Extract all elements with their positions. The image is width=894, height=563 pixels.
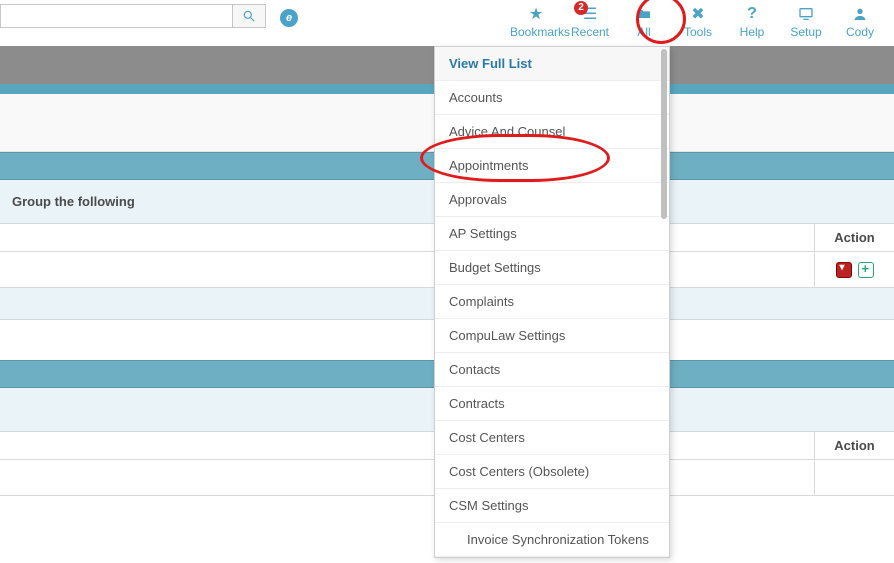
nav-help[interactable]: ? Help: [726, 2, 778, 39]
folder-icon: [618, 4, 670, 24]
nav-bookmarks-label: Bookmarks: [510, 25, 562, 39]
dropdown-header[interactable]: View Full List: [435, 47, 669, 81]
nav-setup[interactable]: Setup: [780, 2, 832, 39]
dropdown-item-contracts[interactable]: Contracts: [435, 387, 669, 421]
search-icon: [242, 9, 256, 23]
nav-all-label: All: [618, 25, 670, 39]
nav-tools[interactable]: ✖ Tools: [672, 2, 724, 39]
row-actions: [814, 252, 894, 287]
person-icon: [834, 4, 886, 24]
dropdown-item-costcenters[interactable]: Cost Centers: [435, 421, 669, 455]
nav-user[interactable]: Cody: [834, 2, 886, 39]
nav-user-label: Cody: [834, 25, 886, 39]
group-label: Group the following: [12, 194, 135, 209]
search-input[interactable]: [0, 4, 232, 28]
row-actions: [814, 460, 894, 495]
nav-setup-label: Setup: [780, 25, 832, 39]
action-header: Action: [814, 432, 894, 459]
add-icon[interactable]: [858, 262, 874, 278]
help-icon: ?: [726, 4, 778, 24]
search-button[interactable]: [232, 4, 266, 28]
dropdown-item-accounts[interactable]: Accounts: [435, 81, 669, 115]
all-dropdown: View Full List Accounts Advice And Couns…: [434, 46, 670, 558]
remove-icon[interactable]: [836, 262, 852, 278]
dropdown-item-complaints[interactable]: Complaints: [435, 285, 669, 319]
dropdown-scrollbar[interactable]: [661, 49, 667, 219]
dropdown-item-contacts[interactable]: Contacts: [435, 353, 669, 387]
dropdown-item-costcentersobs[interactable]: Cost Centers (Obsolete): [435, 455, 669, 489]
nav-bookmarks[interactable]: ★ Bookmarks: [510, 2, 562, 39]
tools-icon: ✖: [672, 4, 724, 24]
action-header: Action: [814, 224, 894, 251]
monitor-icon: [780, 4, 832, 24]
dropdown-item-compulaw[interactable]: CompuLaw Settings: [435, 319, 669, 353]
nav-help-label: Help: [726, 25, 778, 39]
nav-recent-label: Recent: [564, 25, 616, 39]
dropdown-item-invoice-tokens[interactable]: Invoice Synchronization Tokens: [435, 523, 669, 557]
dropdown-item-approvals[interactable]: Approvals: [435, 183, 669, 217]
nav-recent[interactable]: 2 ☰ Recent: [564, 2, 616, 39]
recent-badge: 2: [574, 1, 588, 15]
dropdown-item-budget[interactable]: Budget Settings: [435, 251, 669, 285]
dropdown-item-apsettings[interactable]: AP Settings: [435, 217, 669, 251]
nav-tools-label: Tools: [672, 25, 724, 39]
globe-icon[interactable]: e: [280, 9, 298, 27]
dropdown-item-advice[interactable]: Advice And Counsel: [435, 115, 669, 149]
nav-all[interactable]: All: [618, 2, 670, 39]
dropdown-item-appointments[interactable]: Appointments: [435, 149, 669, 183]
list-icon: ☰: [564, 4, 616, 24]
dropdown-item-csm[interactable]: CSM Settings: [435, 489, 669, 523]
star-icon: ★: [510, 4, 562, 24]
